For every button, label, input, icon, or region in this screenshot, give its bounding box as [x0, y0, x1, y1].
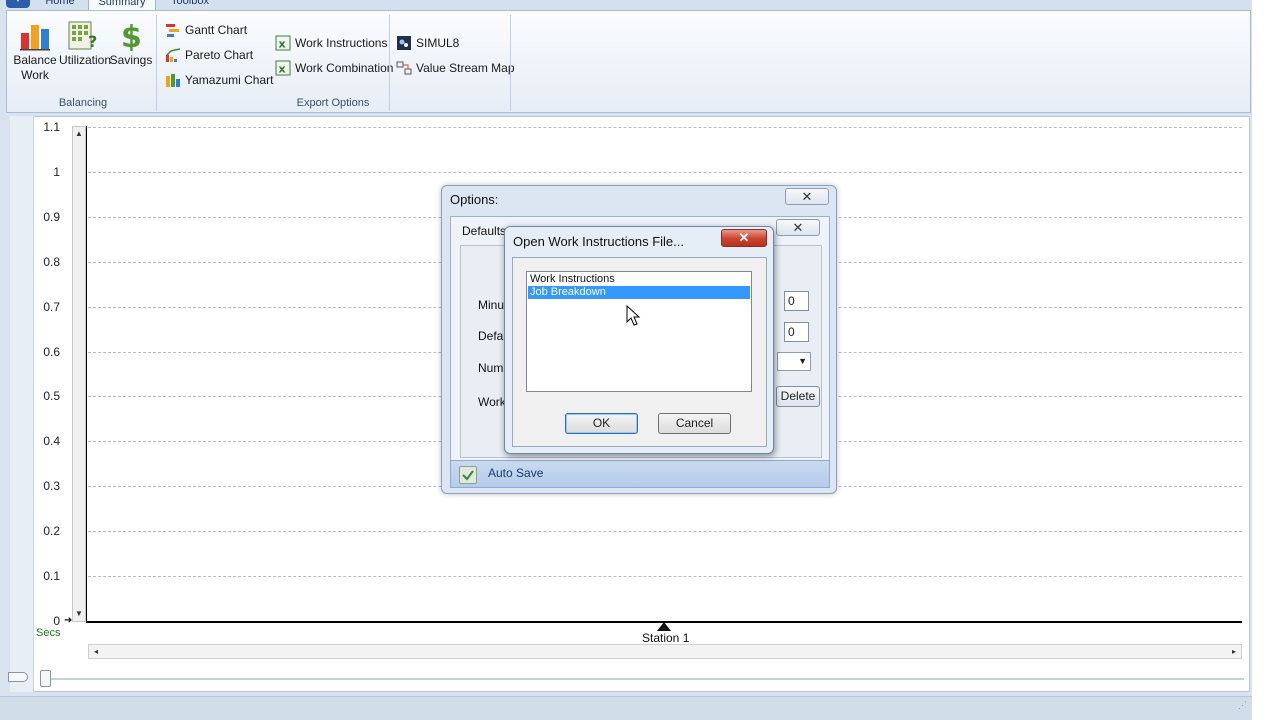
y-tick-label: 0.1	[43, 569, 60, 583]
y-tick-label: 0	[53, 614, 60, 628]
y-tick-label: 0.3	[43, 479, 60, 493]
work-label: Work	[478, 395, 506, 409]
minutes-field[interactable]: 0	[784, 291, 809, 311]
scroll-down-arrow-icon[interactable]: ▼	[73, 607, 85, 621]
default-field[interactable]: 0	[784, 322, 809, 342]
open-dialog-body: Work Instructions Job Breakdown OK Cance…	[512, 257, 767, 447]
y-axis-line	[86, 126, 87, 622]
open-file-dialog: Open Work Instructions File... ✕ Work In…	[504, 226, 774, 454]
y-tick-label: 0.8	[43, 255, 60, 269]
y-tick-label: 1.1	[43, 120, 60, 134]
resize-grip-icon[interactable]: ⋰	[1238, 700, 1250, 712]
scroll-right-arrow-icon[interactable]: ▸	[1227, 645, 1241, 658]
horizontal-scrollbar[interactable]: ◂ ▸	[88, 644, 1242, 659]
options-dialog-title: Options:	[450, 192, 499, 207]
zoom-slider-thumb[interactable]	[40, 670, 51, 687]
file-list[interactable]: Work Instructions Job Breakdown	[526, 271, 752, 392]
vertical-zoom-thumb[interactable]	[8, 672, 28, 682]
gridline	[88, 531, 1242, 532]
vertical-scrollbar[interactable]: ▲ ▼	[72, 126, 86, 622]
y-tick-label: 0.2	[43, 524, 60, 538]
defaults-title: Defaults	[462, 224, 507, 238]
open-dialog-close-button[interactable]: ✕	[721, 229, 767, 247]
y-tick-label: 0.7	[43, 300, 60, 314]
options-close-button[interactable]: ✕	[785, 188, 829, 205]
file-list-item-selected[interactable]: Job Breakdown	[528, 286, 750, 299]
chevron-down-icon: ▼	[798, 356, 807, 366]
gridline	[88, 172, 1242, 173]
y-axis-unit-label: Secs	[36, 627, 61, 639]
auto-save-icon	[459, 466, 477, 484]
defaults-close-button[interactable]: ✕	[776, 219, 820, 236]
desktop-background	[1252, 0, 1280, 720]
y-tick-label: 0.4	[43, 434, 60, 448]
y-tick-label: 0.9	[43, 210, 60, 224]
scroll-up-arrow-icon[interactable]: ▲	[73, 127, 85, 141]
mouse-pointer-icon	[626, 304, 642, 327]
open-dialog-title: Open Work Instructions File...	[513, 234, 684, 249]
ok-button[interactable]: OK	[565, 413, 638, 434]
scroll-left-arrow-icon[interactable]: ◂	[89, 645, 103, 658]
zero-pointer-icon: ➜	[64, 615, 73, 626]
number-dropdown[interactable]: ▼	[777, 352, 811, 371]
status-bar	[0, 696, 1256, 720]
y-tick-label: 1	[53, 165, 60, 179]
gridline	[88, 127, 1242, 128]
zoom-slider-track[interactable]	[44, 678, 1244, 680]
y-tick-label: 0.5	[43, 389, 60, 403]
auto-save-section[interactable]: Auto Save	[450, 460, 830, 488]
delete-button[interactable]: Delete	[776, 386, 820, 407]
station-marker-icon[interactable]	[657, 622, 671, 631]
station-label: Station 1	[642, 631, 690, 645]
cancel-button[interactable]: Cancel	[658, 413, 731, 434]
file-list-item[interactable]: Work Instructions	[528, 273, 750, 286]
y-tick-label: 0.6	[43, 345, 60, 359]
auto-save-label: Auto Save	[488, 466, 544, 480]
gridline	[88, 576, 1242, 577]
